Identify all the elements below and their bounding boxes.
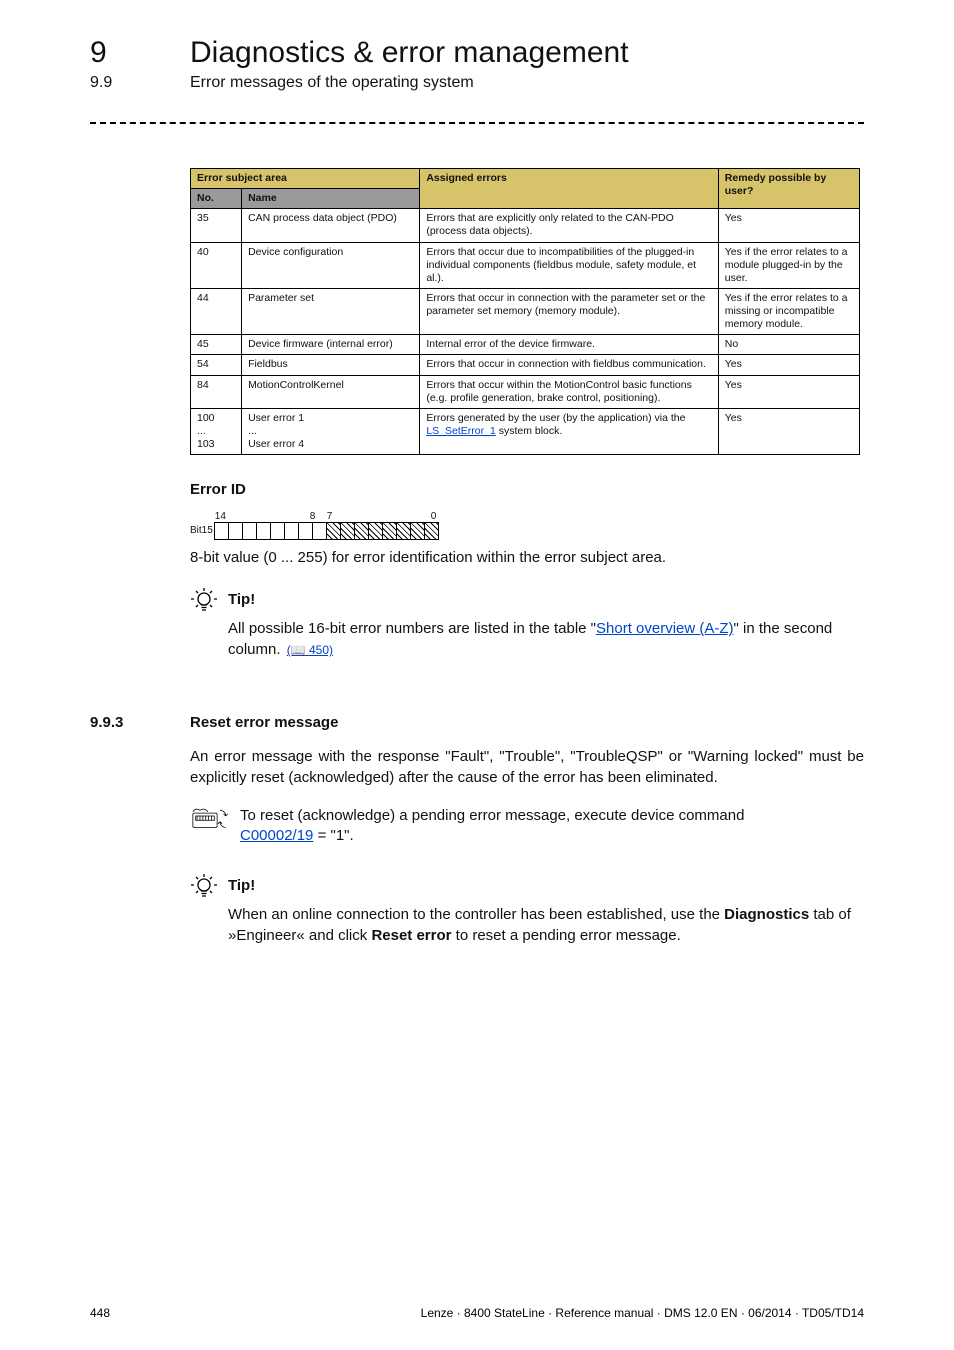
cell-no: 84: [191, 375, 242, 408]
bit-label-15: Bit15: [190, 522, 213, 540]
pageref-450-link[interactable]: (📖 450): [287, 643, 333, 657]
tip2-post: to reset a pending error message.: [451, 927, 680, 944]
cell-no: 40: [191, 242, 242, 288]
cell-name: Device configuration: [242, 242, 420, 288]
tip1-pre: All possible 16-bit error numbers are li…: [228, 620, 596, 637]
howto-text: To reset (acknowledge) a pending error m…: [240, 806, 744, 847]
cell-no: 54: [191, 355, 242, 375]
bit-cell: [256, 522, 271, 540]
cell-name: Parameter set: [242, 288, 420, 334]
bit-cell: [284, 522, 299, 540]
error-id-heading: Error ID: [190, 481, 864, 498]
cell-assigned: Errors that are explicitly only related …: [420, 209, 718, 242]
tip2-body: When an online connection to the control…: [228, 904, 864, 946]
bit-cell: [354, 522, 369, 540]
table-row: 40 Device configuration Errors that occu…: [191, 242, 860, 288]
bit-cell: [424, 522, 439, 540]
cell-assigned: Errors that occur in connection with the…: [420, 288, 718, 334]
tip2-pre: When an online connection to the control…: [228, 906, 724, 923]
bit-cell: [340, 522, 355, 540]
th-remedy: Remedy possible by user?: [718, 169, 859, 209]
cell-remedy: Yes: [718, 375, 859, 408]
cell-remedy: Yes: [718, 408, 859, 454]
table-row: 54 Fieldbus Errors that occur in connect…: [191, 355, 860, 375]
section-number: 9.9: [90, 74, 150, 92]
cell-remedy: Yes if the error relates to a module plu…: [718, 242, 859, 288]
bit-cell: [298, 522, 313, 540]
howto-pre: To reset (acknowledge) a pending error m…: [240, 807, 744, 824]
tip-label: Tip!: [228, 586, 255, 614]
tip2-bold2: Reset error: [371, 927, 451, 944]
sec993-title: Reset error message: [190, 714, 338, 731]
bitfield-diagram: Bit15 14 8 7 0: [190, 508, 864, 540]
cell-name: MotionControlKernel: [242, 375, 420, 408]
error-subject-table: Error subject area Assigned errors Remed…: [190, 168, 860, 455]
error-id-desc: 8-bit value (0 ... 255) for error identi…: [190, 548, 864, 568]
cell-no: 45: [191, 335, 242, 355]
th-name: Name: [242, 189, 420, 209]
cell-assigned: Errors that occur in connection with fie…: [420, 355, 718, 375]
cell-remedy: Yes if the error relates to a missing or…: [718, 288, 859, 334]
separator: [90, 122, 864, 124]
bit-cell: [214, 522, 229, 540]
cell-assigned: Errors generated by the user (by the app…: [420, 408, 718, 454]
cell-assigned-post: system block.: [496, 425, 563, 437]
bit-cell: [326, 522, 341, 540]
cell-no: 44: [191, 288, 242, 334]
cell-remedy: Yes: [718, 355, 859, 375]
howto-post: = "1".: [313, 827, 353, 844]
cell-no: 35: [191, 209, 242, 242]
bulb-icon: [190, 586, 218, 614]
tip2-bold1: Diagnostics: [724, 906, 809, 923]
page-number: 448: [90, 1306, 110, 1320]
table-row: 100 ... 103 User error 1 ... User error …: [191, 408, 860, 454]
c00002-19-link[interactable]: C00002/19: [240, 827, 313, 844]
footer-meta: Lenze · 8400 StateLine · Reference manua…: [421, 1306, 864, 1320]
table-row: 44 Parameter set Errors that occur in co…: [191, 288, 860, 334]
bit-cell: [270, 522, 285, 540]
sec993-num: 9.9.3: [90, 714, 150, 731]
bit-cell: [382, 522, 397, 540]
table-row: 35 CAN process data object (PDO) Errors …: [191, 209, 860, 242]
tip-label: Tip!: [228, 872, 255, 900]
cell-assigned: Errors that occur due to incompatibiliti…: [420, 242, 718, 288]
chapter-title: Diagnostics & error management: [190, 36, 629, 70]
bit-cell: [242, 522, 257, 540]
cell-name: Fieldbus: [242, 355, 420, 375]
cell-assigned-pre: Errors generated by the user (by the app…: [426, 412, 685, 424]
chapter-number: 9: [90, 36, 150, 70]
cell-assigned: Internal error of the device firmware.: [420, 335, 718, 355]
short-overview-link[interactable]: Short overview (A-Z): [596, 620, 734, 637]
cell-no: 100 ... 103: [191, 408, 242, 454]
cell-remedy: Yes: [718, 209, 859, 242]
sec993-para: An error message with the response "Faul…: [190, 747, 864, 788]
table-row: 45 Device firmware (internal error) Inte…: [191, 335, 860, 355]
tip1-body: All possible 16-bit error numbers are li…: [228, 618, 864, 660]
cell-assigned: Errors that occur within the MotionContr…: [420, 375, 718, 408]
bit-cell: [312, 522, 327, 540]
cell-name: User error 1 ... User error 4: [242, 408, 420, 454]
th-subject-area: Error subject area: [191, 169, 420, 189]
cell-remedy: No: [718, 335, 859, 355]
th-assigned: Assigned errors: [420, 169, 718, 209]
bit-label-0: 0: [431, 511, 437, 522]
bit-label-14: 14: [215, 511, 226, 522]
bit-label-7: 7: [327, 511, 333, 522]
th-no: No.: [191, 189, 242, 209]
bit-cell: [368, 522, 383, 540]
ls-seterror-link[interactable]: LS_SetError_1: [426, 425, 495, 437]
table-row: 84 MotionControlKernel Errors that occur…: [191, 375, 860, 408]
bulb-icon: [190, 872, 218, 900]
bit-cell: [228, 522, 243, 540]
bit-label-8: 8: [310, 511, 316, 522]
bit-cell: [396, 522, 411, 540]
cell-name: Device firmware (internal error): [242, 335, 420, 355]
device-icon: [190, 806, 230, 832]
bit-cell: [410, 522, 425, 540]
cell-name: CAN process data object (PDO): [242, 209, 420, 242]
section-title: Error messages of the operating system: [190, 74, 474, 92]
